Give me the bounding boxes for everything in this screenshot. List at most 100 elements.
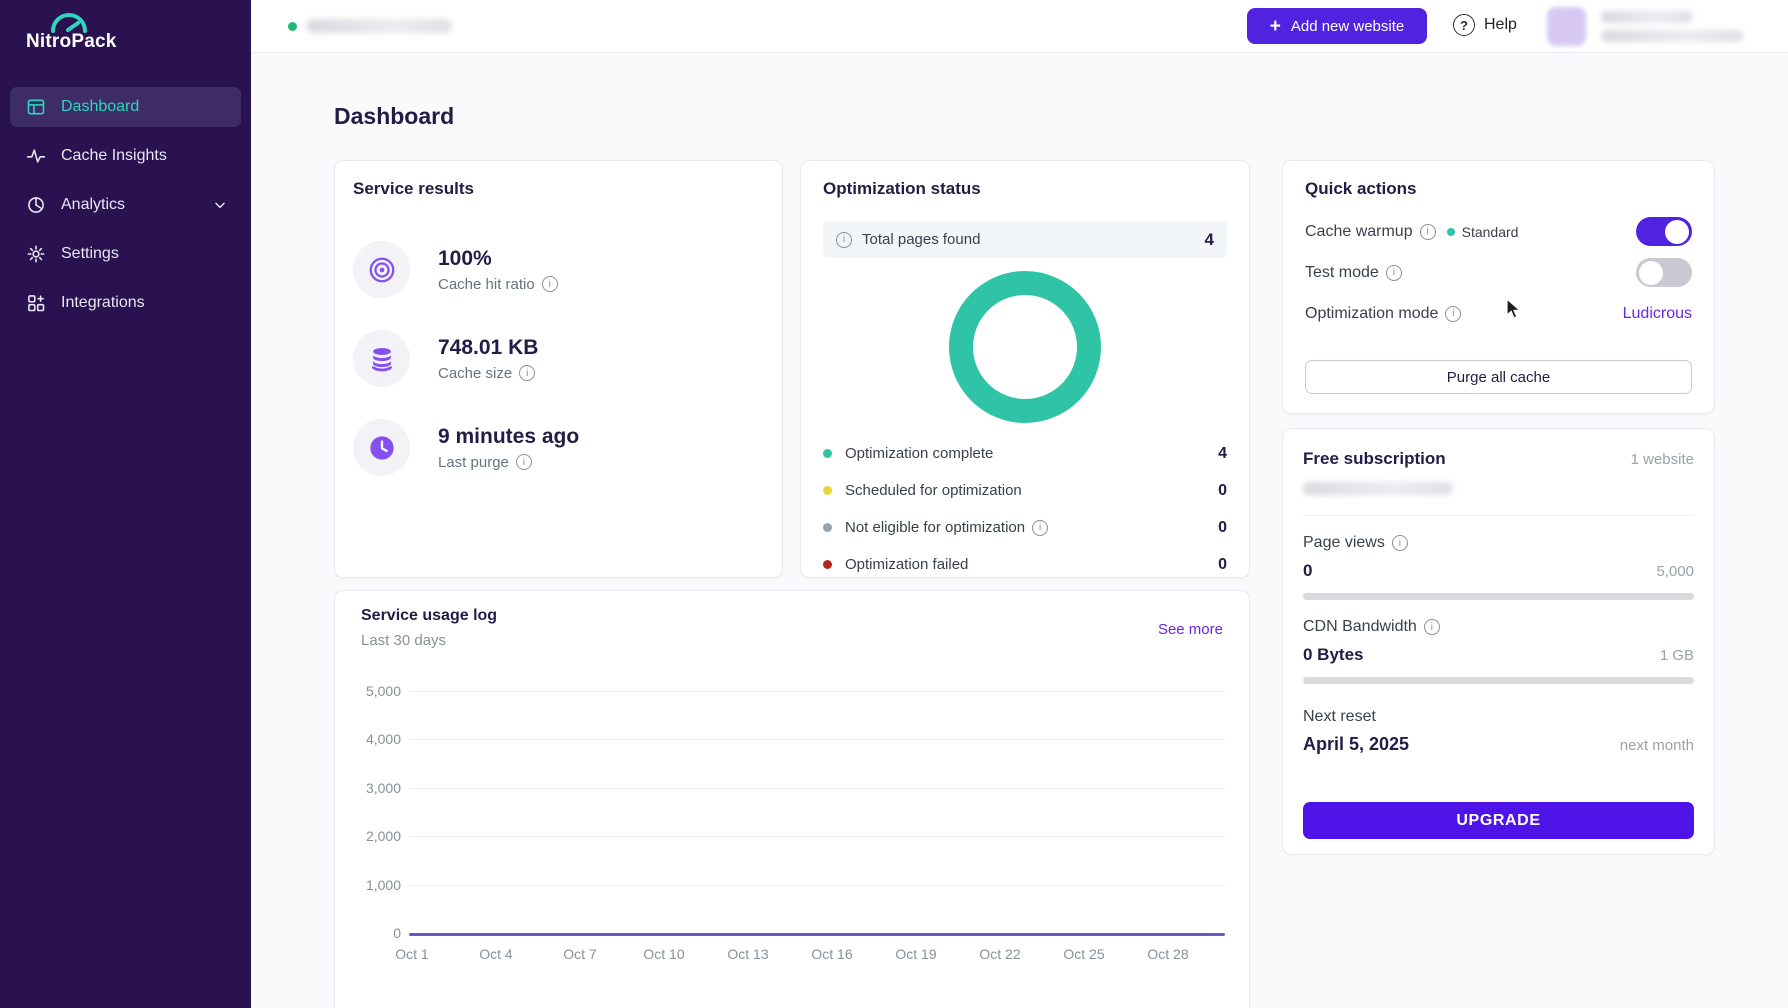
chart-x-axis: Oct 1Oct 4Oct 7Oct 10Oct 13Oct 16Oct 19O… (384, 946, 1196, 962)
sidebar-item-label: Dashboard (61, 98, 139, 116)
sidebar-item-label: Cache Insights (61, 147, 167, 165)
gear-icon (26, 244, 46, 264)
y-tick-label: 4,000 (335, 731, 401, 747)
info-icon[interactable]: i (516, 454, 532, 470)
info-icon[interactable]: i (542, 276, 558, 292)
topbar: + Add new website ? Help (251, 0, 1788, 53)
optimization-mode-value-link[interactable]: Ludicrous (1623, 305, 1692, 323)
legend-label: Scheduled for optimization (845, 482, 1022, 499)
sidebar-item-integrations[interactable]: Integrations (10, 283, 241, 323)
user-email-redacted (1601, 30, 1743, 42)
teal-dot-icon (823, 449, 832, 458)
quick-actions-rows: Cache warmup i Standard Test mode i Optimi… (1305, 211, 1692, 334)
legend-value: 4 (1218, 445, 1227, 463)
current-website-name-redacted[interactable] (307, 19, 452, 33)
add-new-website-button[interactable]: + Add new website (1247, 8, 1427, 44)
help-button[interactable]: ? Help (1453, 14, 1517, 36)
optimization-mode-label: Optimization mode (1305, 305, 1438, 323)
info-icon[interactable]: i (1032, 520, 1048, 536)
gridline (409, 788, 1225, 789)
usage-chart: 5,0004,0003,0002,0001,0000 Oct 1Oct 4Oct… (335, 591, 1249, 1008)
purge-all-cache-button[interactable]: Purge all cache (1305, 360, 1692, 394)
sidebar-item-label: Analytics (61, 196, 125, 214)
metric-cache-size: 748.01 KB Cache size i (353, 330, 764, 387)
sidebar-nav: Dashboard Cache Insights Analytics (0, 87, 251, 332)
subscription-website-name-redacted (1303, 482, 1453, 495)
legend-value: 0 (1218, 556, 1227, 574)
cache-hit-ratio-label: Cache hit ratio (438, 276, 535, 293)
quick-actions-title: Quick actions (1305, 179, 1692, 199)
y-tick-label: 3,000 (335, 780, 401, 796)
cache-size-label: Cache size (438, 365, 512, 382)
service-results-title: Service results (353, 179, 764, 199)
info-icon[interactable]: i (1445, 306, 1461, 322)
cdn-bandwidth-label: CDN Bandwidth (1303, 618, 1417, 636)
cache-warmup-toggle[interactable] (1636, 217, 1692, 246)
cache-warmup-label: Cache warmup (1305, 223, 1413, 241)
sidebar-item-analytics[interactable]: Analytics (10, 185, 241, 225)
sidebar: NitroPack Dashboard Cache Insights (0, 0, 251, 1008)
test-mode-label: Test mode (1305, 264, 1379, 282)
legend-row-not-eligible: Not eligible for optimizationi 0 (823, 509, 1227, 546)
cache-size-value: 748.01 KB (438, 336, 538, 360)
y-tick-label: 1,000 (335, 877, 401, 893)
y-tick-label: 2,000 (335, 828, 401, 844)
pulse-icon (26, 146, 46, 166)
sidebar-item-label: Integrations (61, 294, 145, 312)
x-tick-label: Oct 4 (468, 946, 524, 962)
info-icon[interactable]: i (1386, 265, 1402, 281)
main-content: Dashboard Service results 100% Cache hi (251, 53, 1788, 1008)
sidebar-item-settings[interactable]: Settings (10, 234, 241, 274)
service-metrics: 100% Cache hit ratioi 748.01 (353, 241, 764, 476)
info-icon[interactable]: i (1424, 619, 1440, 635)
nitropack-logo[interactable]: NitroPack (26, 10, 146, 53)
integrations-blocks-icon (26, 293, 46, 313)
next-reset-date: April 5, 2025 (1303, 734, 1409, 755)
clock-icon (353, 419, 410, 476)
database-icon (353, 330, 410, 387)
website-count: 1 website (1631, 451, 1694, 468)
info-icon[interactable]: i (519, 365, 535, 381)
gridline (409, 836, 1225, 837)
divider (1303, 515, 1694, 516)
info-icon[interactable]: i (1392, 535, 1408, 551)
gridline (409, 691, 1225, 692)
cache-warmup-status: Standard (1447, 224, 1519, 240)
info-icon[interactable]: i (1420, 224, 1436, 240)
upgrade-button[interactable]: UPGRADE (1303, 802, 1694, 839)
cache-warmup-row: Cache warmup i Standard (1305, 211, 1692, 252)
gray-dot-icon (823, 523, 832, 532)
sidebar-item-dashboard[interactable]: Dashboard (10, 87, 241, 127)
info-icon[interactable]: i (836, 232, 852, 248)
sidebar-item-cache-insights[interactable]: Cache Insights (10, 136, 241, 176)
metric-last-purge: 9 minutes ago Last purgei (353, 419, 764, 476)
add-new-website-label: Add new website (1291, 18, 1404, 35)
x-tick-label: Oct 7 (552, 946, 608, 962)
status-dot-icon (1447, 228, 1455, 236)
red-dot-icon (823, 560, 832, 569)
optimization-status-card: Optimization status i Total pages found … (800, 160, 1250, 578)
cdn-bandwidth-progress-bar (1303, 677, 1694, 684)
nitropack-dashboard-screen: NitroPack Dashboard Cache Insights (0, 0, 1788, 1008)
chevron-down-icon[interactable] (213, 198, 227, 217)
page-title: Dashboard (334, 103, 454, 130)
test-mode-toggle[interactable] (1636, 258, 1692, 287)
toggle-knob (1639, 261, 1663, 285)
x-tick-label: Oct 16 (804, 946, 860, 962)
legend-value: 0 (1218, 519, 1227, 537)
optimization-status-title: Optimization status (823, 179, 1227, 199)
site-status-dot (288, 22, 297, 31)
legend-row-scheduled-for-optimization: Scheduled for optimization 0 (823, 472, 1227, 509)
x-tick-label: Oct 19 (888, 946, 944, 962)
cache-hit-ratio-value: 100% (438, 247, 558, 271)
avatar[interactable] (1547, 7, 1586, 46)
next-reset-label: Next reset (1303, 708, 1694, 726)
user-name-redacted (1601, 11, 1693, 23)
page-views-used: 0 (1303, 561, 1312, 581)
subscription-card: Free subscription 1 website Page viewsi … (1282, 428, 1715, 855)
gridline (409, 885, 1225, 886)
metric-cache-hit-ratio: 100% Cache hit ratio i (353, 241, 764, 298)
page-views-progress-bar (1303, 593, 1694, 600)
pageviews-zero-line (409, 933, 1225, 936)
subscription-title: Free subscription (1303, 449, 1446, 469)
